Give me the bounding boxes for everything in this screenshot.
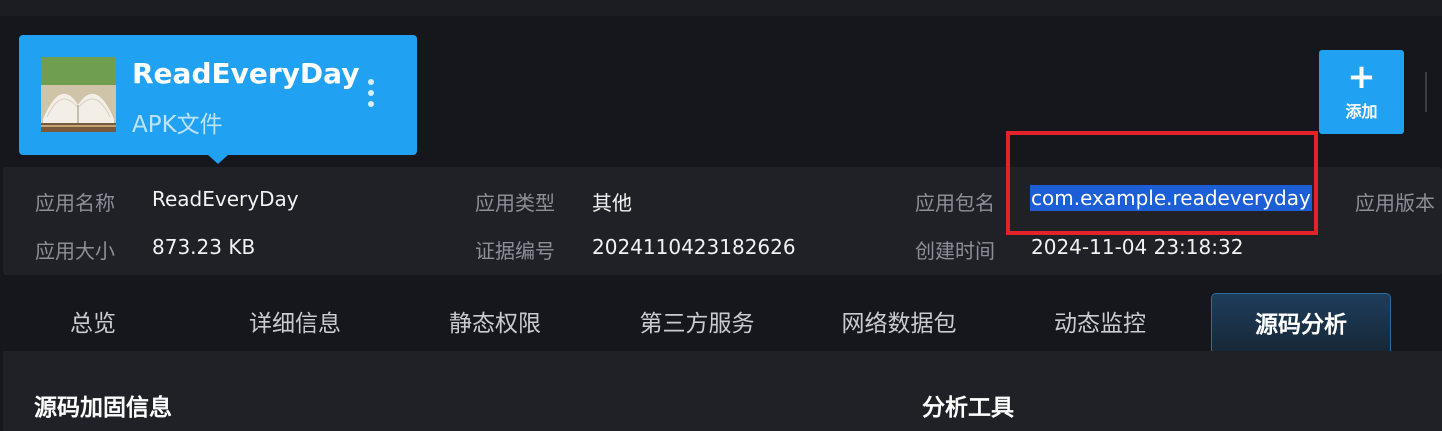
app-version-label: 应用版本 [1355,191,1435,215]
tab-overview[interactable]: 总览 [18,293,168,351]
top-bar [0,0,1442,16]
tab-dynamic-monitoring[interactable]: 动态监控 [1015,293,1185,351]
tab-source-analysis[interactable]: 源码分析 [1211,293,1391,351]
app-card: ReadEveryDay APK文件 [19,35,417,164]
divider [1425,72,1427,112]
app-info-panel: 应用名称 ReadEveryDay 应用类型 其他 应用包名 com.examp… [3,167,1442,275]
app-name: ReadEveryDay [132,57,360,90]
app-size-value: 873.23 KB [152,235,256,259]
app-name-label: 应用名称 [35,191,115,215]
more-vertical-icon[interactable] [365,79,377,113]
app-type-value: 其他 [592,191,632,215]
package-name-value[interactable]: com.example.readeveryday [1030,185,1312,211]
created-time-label: 创建时间 [915,239,995,263]
tab-bar: 总览 详细信息 静态权限 第三方服务 网络数据包 动态监控 源码分析 [0,293,1442,351]
tab-third-party-services[interactable]: 第三方服务 [612,293,782,351]
content-panel: 源码加固信息 分析工具 [3,351,1442,431]
book-icon [41,57,116,132]
app-type-label: 应用类型 [475,191,555,215]
add-button-label: 添加 [1345,102,1378,121]
cert-number-label: 证据编号 [475,239,555,263]
tab-static-permissions[interactable]: 静态权限 [410,293,580,351]
analysis-tools-title: 分析工具 [922,395,1014,421]
app-name-value: ReadEveryDay [152,187,299,211]
tab-network-packets[interactable]: 网络数据包 [814,293,984,351]
app-type: APK文件 [132,112,223,138]
source-hardening-title: 源码加固信息 [34,395,172,421]
app-size-label: 应用大小 [35,239,115,263]
card-pointer [207,154,229,164]
cert-number-value: 2024110423182626 [592,235,796,259]
package-name-label: 应用包名 [915,191,995,215]
tab-details[interactable]: 详细信息 [210,293,380,351]
add-button[interactable]: + 添加 [1319,50,1404,134]
created-time-value: 2024-11-04 23:18:32 [1031,235,1244,259]
plus-icon: + [1347,57,1376,97]
